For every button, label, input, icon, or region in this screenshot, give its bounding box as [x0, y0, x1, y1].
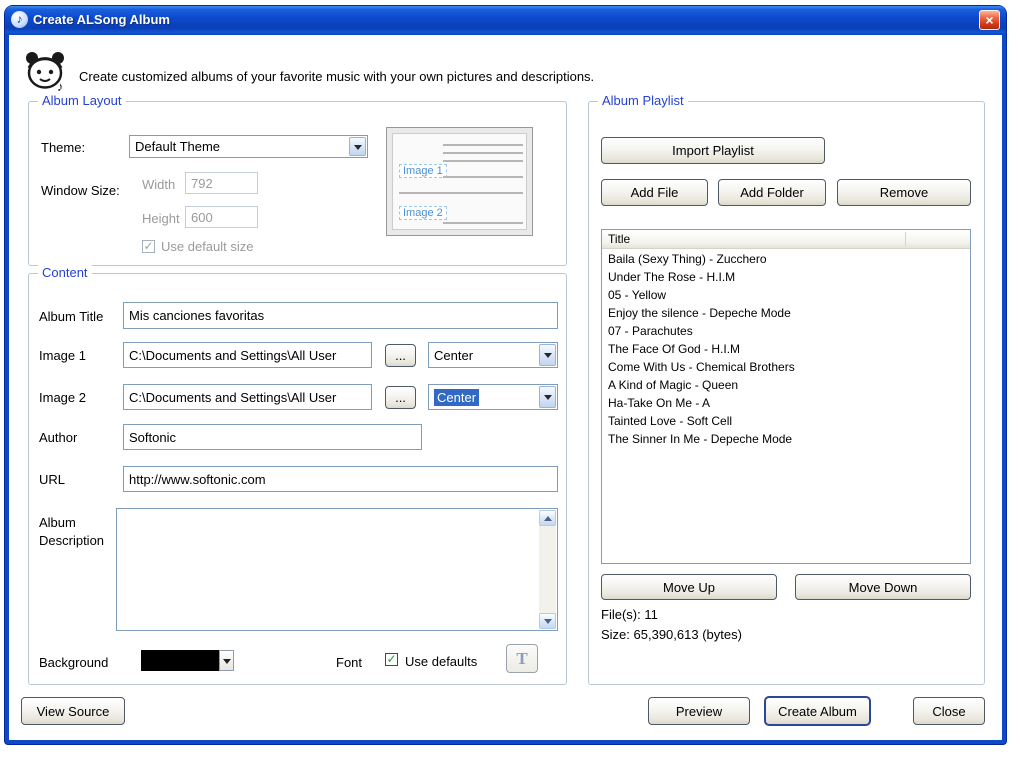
- window-title: Create ALSong Album: [33, 12, 979, 27]
- theme-dropdown[interactable]: Default Theme: [129, 135, 368, 158]
- playlist-list: Title Baila (Sexy Thing) - ZuccheroUnder…: [601, 229, 971, 564]
- album-playlist-group-label: Album Playlist: [598, 93, 688, 108]
- size-text: Size: 65,390,613 (bytes): [601, 627, 742, 642]
- theme-preview-page: Image 1 Image 2: [392, 133, 527, 230]
- playlist-track[interactable]: Ha-Take On Me - A: [602, 394, 970, 412]
- create-album-window: ♪ Create ALSong Album × ♪ Create customi…: [5, 6, 1006, 744]
- playlist-track[interactable]: The Face Of God - H.I.M: [602, 340, 970, 358]
- image2-align-dropdown[interactable]: Center: [428, 384, 558, 410]
- scroll-down-icon[interactable]: [539, 613, 556, 629]
- import-playlist-button[interactable]: Import Playlist: [601, 137, 825, 164]
- author-input[interactable]: Softonic: [123, 424, 422, 450]
- chevron-down-icon[interactable]: [349, 137, 366, 156]
- width-input: 792: [185, 172, 258, 194]
- album-layout-group-label: Album Layout: [38, 93, 126, 108]
- chevron-down-icon[interactable]: [539, 344, 556, 366]
- url-label: URL: [39, 472, 65, 487]
- header-description: Create customized albums of your favorit…: [79, 69, 594, 84]
- playlist-track[interactable]: 05 - Yellow: [602, 286, 970, 304]
- playlist-track[interactable]: Baila (Sexy Thing) - Zucchero: [602, 250, 970, 268]
- album-description-text: [121, 512, 535, 627]
- preview-image1-label: Image 1: [399, 164, 447, 178]
- files-count-text: File(s): 11: [601, 607, 658, 622]
- create-album-button[interactable]: Create Album: [764, 696, 871, 726]
- move-up-button[interactable]: Move Up: [601, 574, 777, 600]
- content-group-label: Content: [38, 265, 92, 280]
- scroll-up-icon[interactable]: [539, 510, 556, 526]
- preview-image2-label: Image 2: [399, 206, 447, 220]
- album-title-label: Album Title: [39, 309, 103, 324]
- svg-text:♪: ♪: [57, 79, 64, 93]
- title-column-label: Title: [608, 232, 630, 246]
- playlist-track[interactable]: Enjoy the silence - Depeche Mode: [602, 304, 970, 322]
- image1-path-input[interactable]: C:\Documents and Settings\All User: [123, 342, 372, 368]
- background-color-dropdown-icon[interactable]: [219, 650, 234, 671]
- playlist-tracks: Baila (Sexy Thing) - ZuccheroUnder The R…: [602, 250, 970, 563]
- use-default-size-checkbox: ✓: [142, 240, 155, 253]
- window-size-label: Window Size:: [41, 183, 120, 198]
- image1-align-dropdown[interactable]: Center: [428, 342, 558, 368]
- image1-align-value: Center: [434, 348, 473, 363]
- theme-dropdown-value: Default Theme: [135, 139, 220, 154]
- move-down-button[interactable]: Move Down: [795, 574, 971, 600]
- playlist-track[interactable]: Tainted Love - Soft Cell: [602, 412, 970, 430]
- title-bar[interactable]: ♪ Create ALSong Album ×: [5, 6, 1006, 33]
- font-picker-button: T: [506, 644, 538, 673]
- column-divider[interactable]: [905, 232, 906, 246]
- album-layout-group: Album Layout Theme: Default Theme Image …: [28, 101, 567, 266]
- background-color-swatch[interactable]: [141, 650, 219, 671]
- dialog-body: ♪ Create customized albums of your favor…: [9, 35, 1002, 740]
- add-file-button[interactable]: Add File: [601, 179, 708, 206]
- album-description-textarea[interactable]: [116, 508, 558, 631]
- image1-label: Image 1: [39, 348, 86, 363]
- alsong-mascot-icon: ♪: [21, 45, 69, 93]
- image2-path-input[interactable]: C:\Documents and Settings\All User: [123, 384, 372, 410]
- description-scrollbar[interactable]: [539, 510, 556, 629]
- album-playlist-group: Album Playlist Import Playlist Add File …: [588, 101, 985, 685]
- playlist-track[interactable]: A Kind of Magic - Queen: [602, 376, 970, 394]
- theme-preview-thumbnail: Image 1 Image 2: [386, 127, 533, 236]
- close-icon[interactable]: ×: [979, 10, 1000, 30]
- title-column-header[interactable]: Title: [602, 230, 970, 249]
- playlist-track[interactable]: Come With Us - Chemical Brothers: [602, 358, 970, 376]
- view-source-button[interactable]: View Source: [21, 697, 125, 725]
- close-button[interactable]: Close: [913, 697, 985, 725]
- font-t-icon: T: [516, 649, 527, 669]
- playlist-track[interactable]: The Sinner In Me - Depeche Mode: [602, 430, 970, 448]
- use-default-size-label: Use default size: [161, 239, 254, 254]
- album-description-label: Album Description: [39, 514, 115, 550]
- preview-button[interactable]: Preview: [648, 697, 750, 725]
- add-folder-button[interactable]: Add Folder: [718, 179, 826, 206]
- app-icon: ♪: [11, 11, 28, 28]
- height-input: 600: [185, 206, 258, 228]
- image2-label: Image 2: [39, 390, 86, 405]
- image2-align-value: Center: [434, 389, 479, 406]
- playlist-track[interactable]: Under The Rose - H.I.M: [602, 268, 970, 286]
- content-group: Content Album Title Mis canciones favori…: [28, 273, 567, 685]
- chevron-down-icon[interactable]: [539, 386, 556, 408]
- theme-label: Theme:: [41, 140, 85, 155]
- remove-button[interactable]: Remove: [837, 179, 971, 206]
- font-label: Font: [336, 655, 362, 670]
- width-label: Width: [142, 177, 175, 192]
- url-input[interactable]: http://www.softonic.com: [123, 466, 558, 492]
- playlist-track[interactable]: 07 - Parachutes: [602, 322, 970, 340]
- height-label: Height: [142, 211, 180, 226]
- use-defaults-label: Use defaults: [405, 654, 477, 669]
- image2-browse-button[interactable]: ...: [385, 386, 416, 409]
- image1-browse-button[interactable]: ...: [385, 344, 416, 367]
- album-title-input[interactable]: Mis canciones favoritas: [123, 302, 558, 329]
- use-defaults-checkbox[interactable]: ✓: [385, 653, 398, 666]
- background-label: Background: [39, 655, 108, 670]
- author-label: Author: [39, 430, 77, 445]
